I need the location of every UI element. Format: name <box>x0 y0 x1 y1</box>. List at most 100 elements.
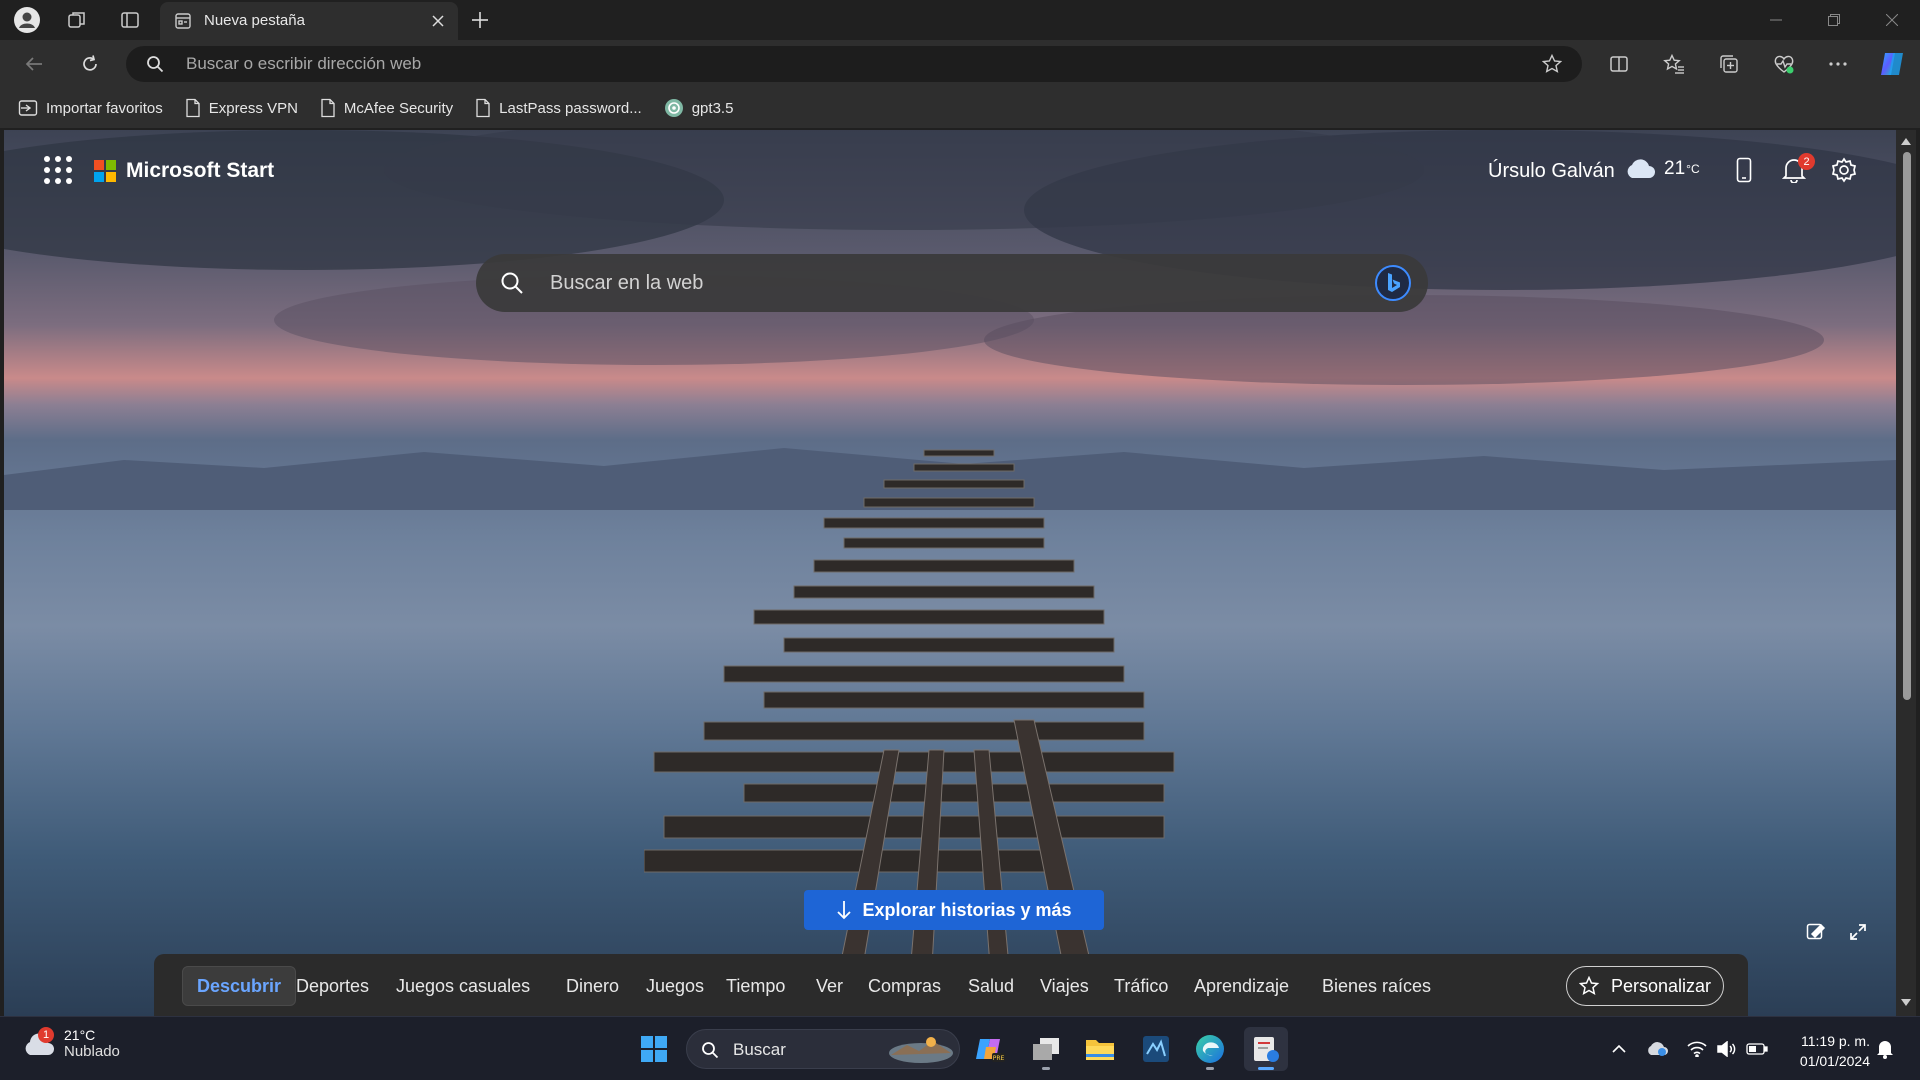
microsoft-logo <box>94 160 116 182</box>
page-icon <box>186 98 200 118</box>
more-options-button[interactable] <box>1822 48 1854 80</box>
scroll-thumb[interactable] <box>1903 152 1911 700</box>
bookmark-express-vpn[interactable]: Express VPN <box>183 93 308 123</box>
weather-alert-badge: 1 <box>38 1026 54 1043</box>
weather-widget[interactable]: 21 °C <box>1624 158 1700 180</box>
tab-title: Nueva pestaña <box>204 12 305 29</box>
tab-bar: Nueva pestaña <box>0 0 1920 40</box>
bookmark-import-favorites[interactable]: Importar favoritos <box>16 93 173 123</box>
workspaces-icon[interactable] <box>63 6 91 34</box>
category-viajes[interactable]: Viajes <box>1026 966 1103 1006</box>
copilot-preview-app[interactable]: PRE <box>968 1027 1012 1071</box>
file-explorer-app[interactable] <box>1078 1027 1122 1071</box>
tab-actions-icon[interactable] <box>116 6 144 34</box>
favorites-bar: Importar favoritos Express VPN McAfee Se… <box>0 88 1920 128</box>
category-compras[interactable]: Compras <box>854 966 955 1006</box>
task-view-app[interactable] <box>1024 1027 1068 1071</box>
personalize-button[interactable]: Personalizar <box>1566 966 1724 1006</box>
image-info-icon[interactable] <box>1802 918 1830 946</box>
notifications-bell-icon[interactable]: 2 <box>1778 153 1815 186</box>
volume-icon[interactable] <box>1716 1039 1738 1059</box>
web-search-box[interactable] <box>476 254 1428 312</box>
clock-time: 11:19 p. m. <box>1800 1033 1870 1049</box>
copilot-button[interactable] <box>1876 48 1908 80</box>
category-juegos-casuales[interactable]: Juegos casuales <box>382 966 544 1006</box>
bookmark-gpt35[interactable]: gpt3.5 <box>662 93 744 123</box>
scroll-down-arrow-icon[interactable] <box>1900 996 1912 1008</box>
apps-grid-icon[interactable] <box>44 156 72 184</box>
collections-button[interactable] <box>1713 48 1745 80</box>
tab-new-tab[interactable]: Nueva pestaña <box>160 2 458 40</box>
weather-temperature: 21 <box>1664 158 1686 179</box>
browser-essentials-button[interactable] <box>1768 48 1800 80</box>
battery-icon[interactable] <box>1746 1039 1768 1059</box>
cloud-icon <box>1627 159 1655 178</box>
minimize-button[interactable] <box>1748 0 1804 40</box>
star-edit-icon <box>1578 976 1600 995</box>
bing-icon[interactable] <box>1374 264 1412 302</box>
system-clock[interactable]: 11:19 p. m. 01/01/2024 <box>1780 1031 1870 1071</box>
restore-button[interactable] <box>1806 0 1862 40</box>
search-icon <box>501 272 523 294</box>
phone-icon[interactable] <box>1728 154 1760 186</box>
import-favorites-icon <box>18 100 38 116</box>
onedrive-icon[interactable] <box>1646 1039 1668 1059</box>
taskbar-search[interactable]: Buscar <box>686 1029 960 1069</box>
brand-title[interactable]: Microsoft Start <box>126 159 274 183</box>
explore-stories-button[interactable]: Explorar historias y más <box>804 890 1104 930</box>
page-icon <box>321 98 335 118</box>
add-favorite-star-icon[interactable] <box>1542 54 1562 74</box>
split-screen-button[interactable] <box>1603 48 1635 80</box>
taskbar: 1 21°C Nublado Buscar PRE 11:19 p. m. 01… <box>0 1016 1920 1080</box>
new-tab-button[interactable] <box>466 6 494 34</box>
category-deportes[interactable]: Deportes <box>282 966 383 1006</box>
start-button[interactable] <box>632 1027 676 1071</box>
category-descubrir[interactable]: Descubrir <box>182 966 297 1006</box>
scroll-up-arrow-icon[interactable] <box>1900 136 1912 148</box>
notification-bell-icon[interactable] <box>1874 1039 1896 1059</box>
category-salud[interactable]: Salud <box>954 966 1028 1006</box>
profile-icon[interactable] <box>13 6 41 34</box>
back-button[interactable] <box>18 48 50 80</box>
bookmark-lastpass[interactable]: LastPass password... <box>473 93 652 123</box>
favorites-button[interactable] <box>1658 48 1690 80</box>
edge-icon <box>1196 1035 1224 1063</box>
active-indicator <box>1258 1067 1274 1070</box>
navigation-bar <box>0 40 1920 88</box>
category-bienes-raices[interactable]: Bienes raíces <box>1308 966 1445 1006</box>
taskbar-condition: Nublado <box>64 1043 120 1060</box>
category-trafico[interactable]: Tráfico <box>1100 966 1182 1006</box>
wifi-icon[interactable] <box>1686 1039 1708 1059</box>
category-ver[interactable]: Ver <box>802 966 857 1006</box>
refresh-button[interactable] <box>74 48 106 80</box>
address-input[interactable] <box>184 46 1484 82</box>
snipping-app[interactable] <box>1134 1027 1178 1071</box>
start-page: Microsoft Start Úrsulo Galván 21°C 2 Exp… <box>4 130 1896 1016</box>
taskbar-weather-widget[interactable]: 1 21°C Nublado <box>22 1026 120 1060</box>
web-search-input[interactable] <box>548 254 1328 312</box>
category-tiempo[interactable]: Tiempo <box>712 966 799 1006</box>
openai-icon <box>664 99 683 117</box>
category-aprendizaje[interactable]: Aprendizaje <box>1180 966 1303 1006</box>
running-indicator <box>1206 1067 1214 1070</box>
app-icon <box>1254 1037 1279 1062</box>
category-dinero[interactable]: Dinero <box>552 966 633 1006</box>
expand-icon[interactable] <box>1844 918 1872 946</box>
taskbar-temperature: 21°C <box>64 1027 96 1043</box>
settings-gear-icon[interactable] <box>1828 154 1860 186</box>
bookmark-mcafee-security[interactable]: McAfee Security <box>318 93 463 123</box>
copilot-icon: PRE <box>976 1039 1005 1062</box>
page-scrollbar[interactable] <box>1896 130 1916 1016</box>
search-icon <box>702 1042 719 1059</box>
edge-app[interactable] <box>1188 1027 1232 1071</box>
category-juegos[interactable]: Juegos <box>632 966 718 1006</box>
address-bar[interactable] <box>126 46 1582 82</box>
folder-icon <box>1086 1040 1114 1060</box>
show-hidden-icons-chevron-icon[interactable] <box>1608 1039 1630 1059</box>
page-icon <box>476 98 490 118</box>
close-window-button[interactable] <box>1864 0 1920 40</box>
active-app[interactable] <box>1244 1027 1288 1071</box>
running-indicator <box>1042 1067 1050 1070</box>
user-name[interactable]: Úrsulo Galván <box>1488 160 1615 183</box>
tab-close-icon[interactable] <box>428 11 448 31</box>
